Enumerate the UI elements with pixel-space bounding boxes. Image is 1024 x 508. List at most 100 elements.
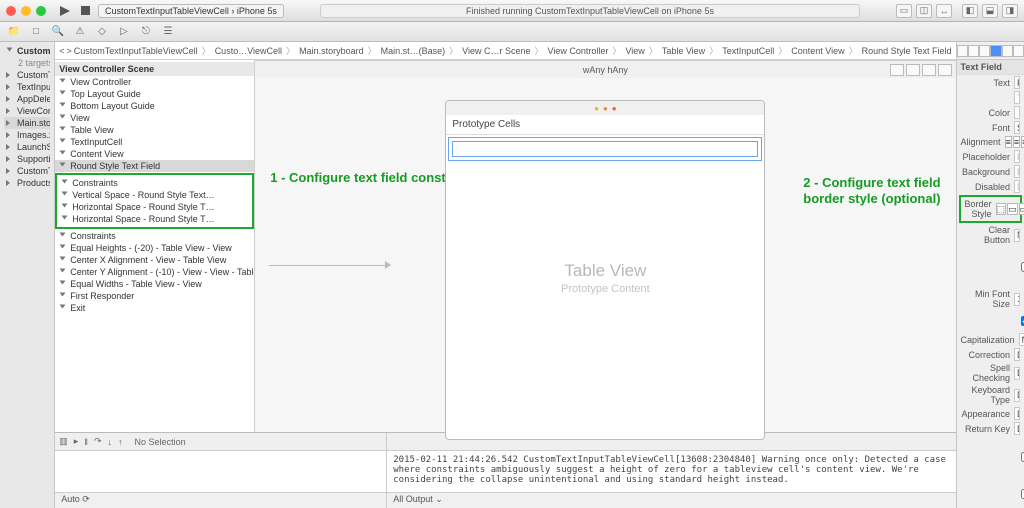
nav-item[interactable]: CustomTextInputTableViewCellTests [4,165,50,177]
breadcrumb-item[interactable]: Table View [662,46,705,56]
outline-row[interactable]: Exit [55,302,254,314]
font-select[interactable]: System 14.0 [1014,121,1020,134]
prototype-cell[interactable] [448,137,762,161]
outline-row[interactable]: Top Layout Guide [55,88,254,100]
outline-row[interactable]: Center Y Alignment - (-10) - View - View… [55,266,254,278]
variables-filter[interactable]: Auto ⟳ [55,492,386,508]
disclosure-icon[interactable] [60,293,66,300]
console-output[interactable]: 2015-02-11 21:44:26.542 CustomTextInputT… [387,451,955,492]
disclosure-icon[interactable] [60,91,66,98]
outline-row[interactable]: View Controller [55,76,254,88]
size-inspector-icon[interactable] [1002,45,1013,57]
disclosure-icon[interactable] [60,139,66,146]
disclosure-icon[interactable] [62,216,68,223]
nav-project-icon[interactable]: 📁 [6,25,22,39]
outline-row[interactable]: Equal Heights - (-20) - Table View - Vie… [55,242,254,254]
placeholder-field[interactable]: Placeholder Text [1014,150,1020,163]
outline-row[interactable]: Horizontal Space - Round Style T… [57,201,252,213]
disclosure-icon[interactable] [6,120,13,126]
disclosure-icon[interactable] [62,180,68,187]
nav-debug-icon[interactable]: ▷ [116,25,132,39]
text-value-field[interactable]: Text [1014,91,1020,104]
disclosure-icon[interactable] [6,84,13,90]
debug-stepout-icon[interactable]: ↑ [118,437,123,447]
nav-report-icon[interactable]: ☰ [160,25,176,39]
disclosure-icon[interactable] [6,180,13,186]
outline-row[interactable]: Equal Widths - Table View - View [55,278,254,290]
breadcrumb-item[interactable]: View Controller [548,46,609,56]
panel-right-icon[interactable]: ◨ [1002,4,1018,18]
auto-return-checkbox[interactable] [1021,452,1024,462]
document-outline[interactable]: View Controller Scene View ControllerTop… [55,60,255,432]
disclosure-icon[interactable] [6,108,13,114]
breadcrumb-item[interactable]: Custo…ViewCell [215,46,282,56]
disclosure-icon[interactable] [60,257,66,264]
border-none-button[interactable]: ⬚ [996,203,1007,215]
disclosure-icon[interactable] [62,192,68,199]
nav-item[interactable]: AppDelegate.swiftM [4,93,50,105]
disclosure-icon[interactable] [60,115,66,122]
disclosure-icon[interactable] [60,103,66,110]
outline-row[interactable]: Round Style Text Field [55,160,254,172]
nav-item[interactable]: LaunchScreen.xib [4,141,50,153]
history-back-icon[interactable]: < [59,46,64,56]
color-select[interactable]: Default [1014,106,1020,119]
align-tool-icon[interactable] [890,64,904,76]
editor-version-icon[interactable]: ↔ [936,4,952,18]
text-style-select[interactable]: Plain [1014,76,1020,89]
disclosure-icon[interactable] [60,281,66,288]
outline-row[interactable]: Horizontal Space - Round Style T… [57,213,252,225]
outline-row[interactable]: Table View [55,124,254,136]
debug-continue-icon[interactable]: ▸ [74,436,79,447]
disclosure-icon[interactable] [6,144,13,150]
panel-bottom-icon[interactable]: ⬓ [982,4,998,18]
spell-select[interactable]: Default [1014,367,1020,380]
pin-tool-icon[interactable] [906,64,920,76]
minimize-window-icon[interactable] [21,6,31,16]
returnkey-select[interactable]: Default [1014,422,1020,435]
border-bezel-button[interactable]: ▭ [1019,203,1024,215]
disclosure-icon[interactable] [6,132,13,138]
min-font-field[interactable]: 17 [1014,293,1020,306]
disclosure-icon[interactable] [60,269,66,276]
disclosure-icon[interactable] [7,48,13,55]
identity-inspector-icon[interactable] [979,45,990,57]
align-left-button[interactable]: ≡ [1005,136,1012,148]
clear-editing-checkbox[interactable] [1021,262,1024,272]
history-fwd-icon[interactable]: > [67,46,72,56]
nav-item[interactable]: Supporting Files [4,153,50,165]
simulated-screen[interactable]: ●●● Prototype Cells Table View Prototype… [445,100,765,440]
disclosure-icon[interactable] [6,168,13,174]
breadcrumb-item[interactable]: Content View [791,46,844,56]
outline-row[interactable]: TextInputCell [55,136,254,148]
nav-issue-icon[interactable]: ⚠ [72,25,88,39]
align-center-button[interactable]: ≡ [1013,136,1020,148]
console-filter[interactable]: All Output ⌄ [387,492,955,508]
breadcrumb[interactable]: < > CustomTextInputTableViewCell〉Custo…V… [55,42,955,60]
breadcrumb-item[interactable]: Main.storyboard [299,46,364,56]
debug-area[interactable]: ▥ ▸ ‖ ↷ ↓ ↑ No Selection Auto ⟳ 2015-02-… [55,432,955,508]
disabled-field[interactable]: Disabled Background Image [1014,180,1020,193]
disclosure-icon[interactable] [6,156,13,162]
editor-assistant-icon[interactable]: ◫ [916,4,932,18]
scene-dock[interactable]: ●●● [446,101,764,115]
outline-row[interactable]: Vertical Space - Round Style Text… [57,189,252,201]
nav-symbol-icon[interactable]: □ [28,25,44,39]
nav-find-icon[interactable]: 🔍 [50,25,66,39]
scheme-selector[interactable]: CustomTextInputTableViewCell › iPhone 5s [98,4,284,18]
disclosure-icon[interactable] [6,96,13,102]
debug-stepover-icon[interactable]: ↷ [94,436,102,447]
debug-stepin-icon[interactable]: ↓ [108,437,113,447]
quickhelp-inspector-icon[interactable] [968,45,979,57]
outline-row[interactable]: View [55,112,254,124]
border-line-button[interactable]: ▭ [1007,203,1018,215]
nav-item[interactable]: TextInputTableViewCell.swiftA [4,81,50,93]
size-class-selector[interactable]: wAny hAny [583,65,628,75]
zoom-window-icon[interactable] [36,6,46,16]
nav-item[interactable]: CustomTextInputTableViewCellM [4,69,50,81]
text-field-instance[interactable] [452,141,758,157]
breadcrumb-item[interactable]: CustomTextInputTableViewCell [74,46,198,56]
outline-row[interactable]: First Responder [55,290,254,302]
breadcrumb-item[interactable]: View [625,46,644,56]
attributes-inspector-icon[interactable] [990,45,1001,57]
